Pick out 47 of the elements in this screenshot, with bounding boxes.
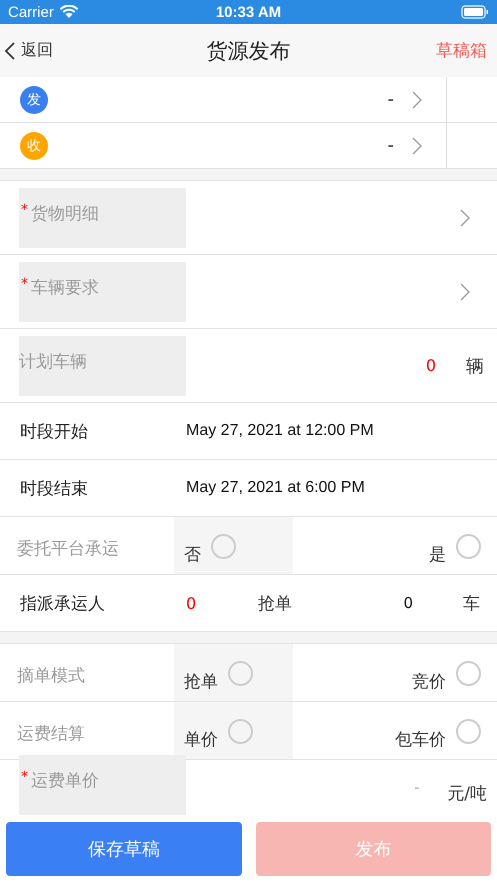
- back-chevron-icon: [4, 40, 16, 60]
- wifi-icon: [58, 5, 79, 19]
- back-button[interactable]: 返回: [0, 40, 57, 61]
- required-mark: *: [21, 769, 28, 785]
- route-value: -: [388, 89, 394, 110]
- time-value: May 27, 2021 at 12:00 PM: [186, 422, 374, 440]
- unit-label: 元/吨: [447, 783, 487, 805]
- route-row[interactable]: 发 -: [0, 77, 497, 123]
- field-label: 时段开始: [20, 420, 89, 442]
- route-badge: 收: [20, 132, 48, 160]
- field-label-text: 车辆要求: [31, 276, 99, 298]
- required-mark: *: [21, 276, 28, 292]
- field-label: 运费结算: [17, 723, 86, 745]
- field-label: 委托平台承运: [17, 538, 120, 560]
- radio-option[interactable]: 否: [174, 517, 293, 574]
- field-label-text: 计划车辆: [19, 350, 87, 372]
- radio-option[interactable]: 单价: [174, 702, 293, 759]
- price-input[interactable]: -: [405, 780, 420, 796]
- radio-option[interactable]: 抢单: [174, 644, 293, 701]
- carrier-label: Carrier: [8, 4, 54, 20]
- route-badge: 发: [20, 86, 48, 114]
- truck-count: 0: [403, 594, 413, 612]
- vehicle-count[interactable]: 0: [426, 356, 436, 375]
- page-title: 货源发布: [206, 38, 290, 64]
- chevron-icon: [412, 90, 422, 108]
- mode-label: 抢单: [258, 592, 292, 614]
- status-time: 10:33 AM: [216, 4, 282, 20]
- field-label: 摘单模式: [17, 665, 86, 687]
- route-value: -: [388, 135, 394, 156]
- save-draft-button[interactable]: 保存草稿: [6, 822, 242, 876]
- field-label: 指派承运人: [20, 592, 106, 614]
- required-mark: *: [21, 202, 28, 218]
- time-row[interactable]: 时段开始 May 27, 2021 at 12:00 PM: [0, 403, 497, 460]
- radio-option[interactable]: 包车价: [293, 702, 497, 759]
- time-value: May 27, 2021 at 6:00 PM: [186, 479, 365, 497]
- battery-icon: [461, 5, 489, 19]
- radio-option[interactable]: 竞价: [293, 644, 497, 701]
- chevron-icon: [412, 136, 422, 154]
- field-label-text: 运费单价: [31, 770, 99, 792]
- field-label-text: 货物明细: [31, 202, 99, 224]
- chevron-icon[interactable]: [460, 282, 470, 300]
- unit-label: 辆: [466, 354, 484, 378]
- carrier-count[interactable]: 0: [186, 594, 258, 612]
- unit-label: 车: [463, 592, 480, 614]
- field-label: 时段结束: [20, 478, 89, 500]
- chevron-icon[interactable]: [460, 208, 470, 226]
- radio-option[interactable]: 是: [293, 517, 497, 574]
